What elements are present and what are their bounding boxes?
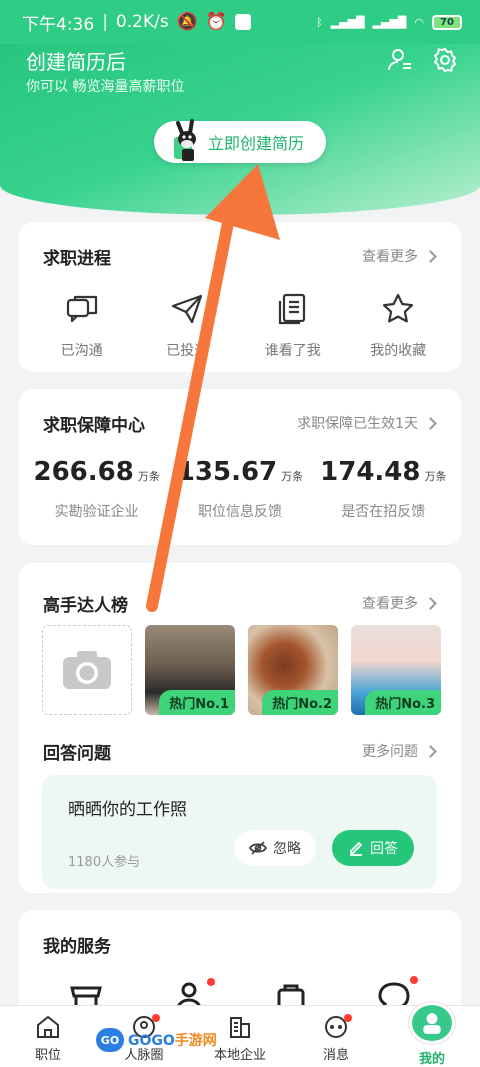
question-card: 晒晒你的工作照 1180人参与 忽略 回答 bbox=[42, 775, 437, 889]
job-progress-title: 求职进程 bbox=[43, 249, 111, 269]
eye-off-icon bbox=[249, 841, 267, 855]
tab-messages[interactable]: 消息 bbox=[288, 1006, 384, 1067]
mute-icon: 🔕 bbox=[176, 12, 198, 32]
create-resume-label: 立即创建简历 bbox=[208, 134, 305, 153]
notification-dot bbox=[409, 976, 418, 984]
watermark-logo: GO bbox=[96, 1028, 124, 1052]
status-time: 下午4:36 bbox=[22, 14, 95, 35]
notification-dot bbox=[152, 1014, 160, 1022]
send-icon bbox=[172, 294, 203, 324]
progress-item-favorites[interactable]: 我的收藏 bbox=[348, 292, 448, 360]
settings-gear-icon[interactable] bbox=[431, 46, 459, 74]
battery-icon: 70 bbox=[432, 14, 462, 30]
wifi-icon: ◠ bbox=[414, 15, 424, 29]
guarantee-status-link[interactable]: 求职保障已生效1天 bbox=[297, 413, 437, 433]
question-text: 晒晒你的工作照 bbox=[68, 800, 187, 820]
signal-icon: ▂▄▆█ bbox=[330, 15, 365, 29]
questions-title: 回答问题 bbox=[43, 744, 111, 764]
expert-photo-3[interactable]: 热门No.3 bbox=[351, 625, 441, 715]
participant-count: 1180人参与 bbox=[68, 855, 141, 870]
create-resume-button[interactable]: 立即创建简历 bbox=[154, 119, 326, 163]
stat-hiring-feedback[interactable]: 174.48 万条 是否在招反馈 bbox=[313, 457, 453, 521]
shield-app-icon bbox=[235, 14, 252, 30]
hot-rank-badge: 热门No.3 bbox=[365, 690, 441, 715]
header-subtitle: 你可以 畅览海量高薪职位 bbox=[26, 79, 185, 95]
ignore-button[interactable]: 忽略 bbox=[234, 830, 316, 866]
services-title: 我的服务 bbox=[43, 937, 111, 957]
status-speed: 0.2K/s bbox=[115, 12, 169, 32]
experts-title: 高手达人榜 bbox=[43, 596, 128, 616]
signal-2-icon: ▂▄▆█ bbox=[372, 15, 407, 29]
hot-rank-badge: 热门No.1 bbox=[159, 690, 235, 715]
person-icon bbox=[409, 1002, 455, 1044]
chevron-right-icon bbox=[424, 596, 437, 610]
answer-button[interactable]: 回答 bbox=[332, 830, 414, 866]
hot-rank-badge: 热门No.2 bbox=[262, 690, 338, 715]
stat-job-feedback[interactable]: 135.67 万条 职位信息反馈 bbox=[170, 457, 310, 521]
more-questions-link[interactable]: 更多问题 bbox=[362, 741, 437, 761]
progress-item-viewed-me[interactable]: 谁看了我 bbox=[243, 292, 343, 360]
document-icon bbox=[278, 293, 305, 325]
alarm-icon: ⏰ bbox=[205, 12, 228, 32]
contact-card-icon[interactable] bbox=[386, 46, 414, 74]
camera-icon bbox=[63, 651, 111, 689]
job-progress-more-link[interactable]: 查看更多 bbox=[362, 246, 437, 266]
star-icon bbox=[383, 293, 414, 323]
guarantee-title: 求职保障中心 bbox=[43, 416, 145, 436]
tab-jobs[interactable]: 职位 bbox=[0, 1006, 96, 1067]
stat-verified-companies[interactable]: 266.68 万条 实勘验证企业 bbox=[27, 457, 167, 521]
building-icon bbox=[230, 1017, 250, 1038]
pencil-icon bbox=[350, 841, 363, 856]
notification-dot bbox=[344, 1014, 352, 1022]
experts-and-questions-card: 高手达人榜 查看更多 热门No.1 热门No.2 热门No.3 回答问题 更多问… bbox=[19, 563, 461, 893]
donkey-mascot-icon bbox=[174, 119, 196, 161]
expert-photo-1[interactable]: 热门No.1 bbox=[145, 625, 235, 715]
chat-icon bbox=[66, 295, 97, 323]
bottom-tab-bar: 职位 人脉圈 本地企业 消息 我的 bbox=[0, 1002, 480, 1067]
progress-item-applied[interactable]: 已投递 bbox=[137, 292, 237, 360]
chevron-right-icon bbox=[424, 249, 437, 263]
job-guarantee-card: 求职保障中心 求职保障已生效1天 266.68 万条 实勘验证企业 135.67 万… bbox=[19, 389, 461, 545]
chevron-right-icon bbox=[424, 744, 437, 758]
notification-dot bbox=[206, 978, 215, 986]
progress-item-chatted[interactable]: 已沟通 bbox=[32, 292, 132, 360]
job-progress-card: 求职进程 查看更多 已沟通 已投递 谁看了我 我的收藏 bbox=[19, 222, 461, 372]
site-watermark: GO GOGO手游网 bbox=[96, 1028, 217, 1052]
header-title: 创建简历后 bbox=[26, 50, 126, 74]
home-icon bbox=[37, 1015, 59, 1038]
upload-photo-button[interactable] bbox=[42, 625, 132, 715]
experts-more-link[interactable]: 查看更多 bbox=[362, 593, 437, 613]
status-bar: 下午4:36 | 0.2K/s 🔕 ⏰ ᛒ ▂▄▆█ ▂▄▆█ ◠ 70 bbox=[0, 0, 480, 44]
chevron-right-icon bbox=[424, 416, 437, 430]
bluetooth-icon: ᛒ bbox=[316, 15, 323, 29]
expert-photo-2[interactable]: 热门No.2 bbox=[248, 625, 338, 715]
tab-me[interactable]: 我的 bbox=[384, 1002, 480, 1067]
